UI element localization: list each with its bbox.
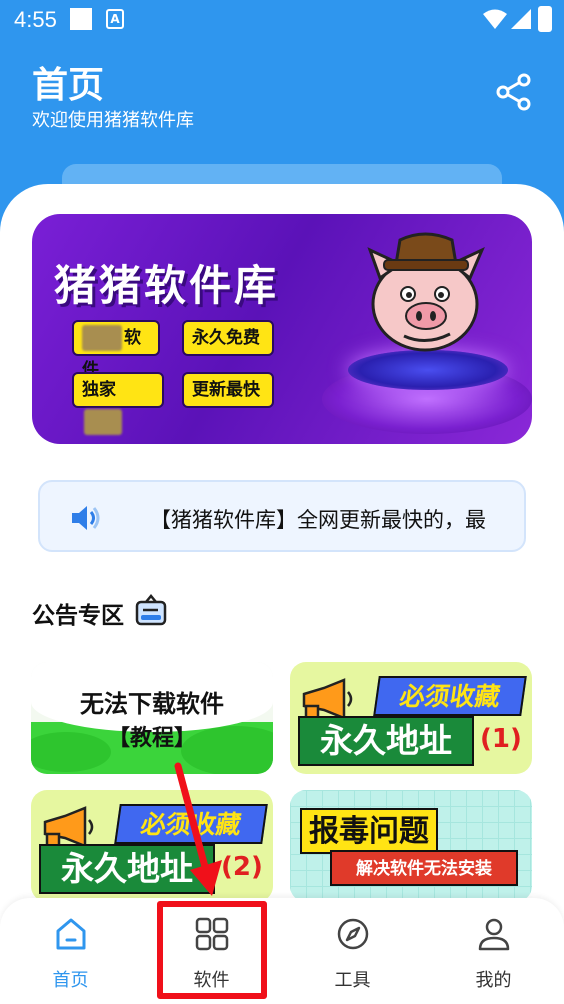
speaker-icon (72, 506, 100, 530)
notice-card-download-tutorial[interactable]: 无法下载软件 【教程】 (31, 662, 273, 774)
bottom-navigation: 首页 软件 工具 我的 (0, 898, 564, 1004)
nav-item-tools[interactable]: 工具 (282, 898, 423, 1004)
user-icon (478, 918, 509, 951)
status-bar: 4:55 A (0, 0, 564, 40)
nav-label: 工具 (334, 970, 371, 991)
card-tag: 必须收藏 (373, 676, 527, 716)
page-subtitle: 欢迎使用猪猪软件库 (32, 110, 194, 131)
announcement-board-icon (135, 594, 167, 626)
wifi-icon (483, 9, 507, 29)
promo-banner[interactable]: 猪猪软件库 软件 永久免费 独家 更新最快 (32, 214, 532, 444)
banner-tag-software: 软件 (72, 320, 160, 380)
nav-item-mine[interactable]: 我的 (423, 898, 564, 1004)
banner-pedestal-top (348, 350, 508, 390)
compass-icon (337, 918, 368, 950)
card-subtitle: 【教程】 (107, 726, 196, 751)
notice-card-permanent-address-2[interactable]: 必须收藏 永久地址 (2) (31, 790, 273, 902)
notice-marquee[interactable]: 【猪猪软件库】全网更新最快的，最 (38, 480, 526, 552)
banner-tag-free: 永久免费 (182, 320, 274, 356)
blurred-text (82, 325, 122, 351)
notice-card-virus-warning[interactable]: 报毒问题 解决软件无法安装 (290, 790, 532, 902)
banner-tag-exclusive: 独家 (72, 372, 164, 435)
notice-card-permanent-address-1[interactable]: 必须收藏 永久地址 (1) (290, 662, 532, 774)
nav-item-home[interactable]: 首页 (0, 898, 141, 1004)
banner-title: 猪猪软件库 (54, 261, 280, 310)
card-title: 无法下载软件 (80, 690, 224, 718)
battery-icon (538, 6, 552, 32)
pig-mascot-icon (367, 232, 485, 352)
card-title: 永久地址 (298, 716, 474, 766)
notification-square-icon (70, 8, 92, 30)
card-title: 报毒问题 (300, 808, 438, 854)
nav-label: 首页 (52, 970, 89, 991)
card-number: (1) (480, 724, 522, 754)
status-time: 4:55 (14, 7, 57, 32)
notice-text: 【猪猪软件库】全网更新最快的，最 (150, 508, 486, 532)
card-subtitle: 解决软件无法安装 (330, 850, 518, 886)
cellular-signal-icon (511, 9, 531, 29)
annotation-arrow (174, 762, 222, 896)
page-title: 首页 (32, 65, 105, 106)
banner-tag-fastest: 更新最快 (182, 372, 274, 408)
notification-app-icon: A (106, 9, 124, 29)
section-title: 公告专区 (32, 603, 124, 629)
blurred-text (84, 409, 122, 435)
home-icon (56, 918, 85, 950)
annotation-highlight-box (157, 901, 267, 999)
nav-label: 我的 (475, 970, 512, 991)
share-icon[interactable] (494, 72, 534, 112)
